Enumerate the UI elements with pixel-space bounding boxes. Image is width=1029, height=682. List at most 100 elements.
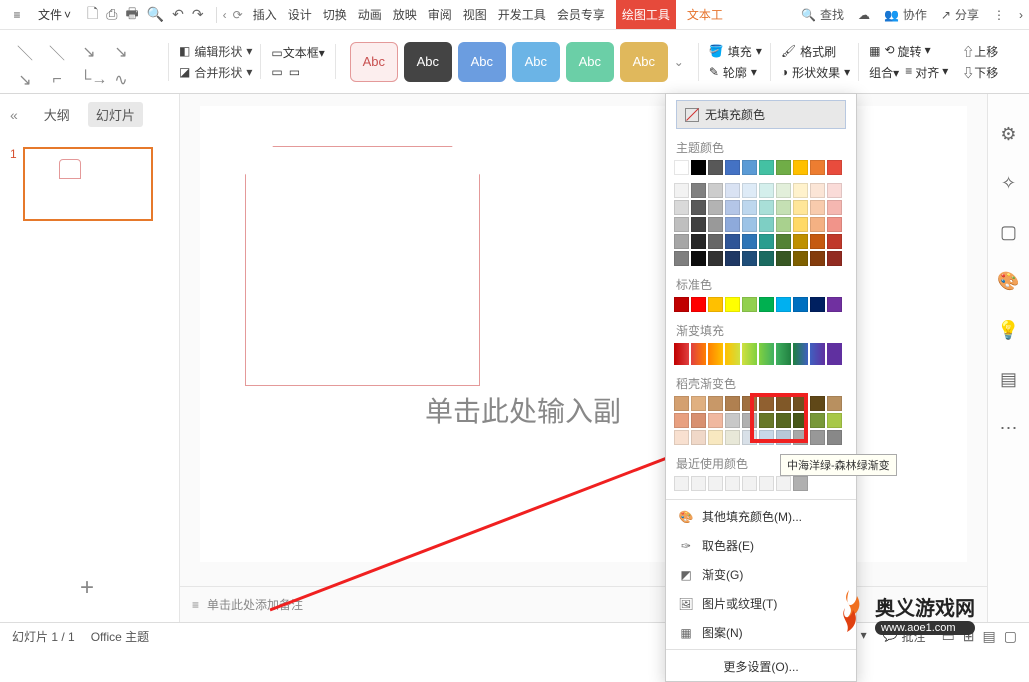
color-swatch[interactable] bbox=[691, 396, 706, 411]
tab-transition[interactable]: 切换 bbox=[323, 0, 347, 29]
color-swatch[interactable] bbox=[827, 251, 842, 266]
color-swatch[interactable] bbox=[827, 297, 842, 312]
color-swatch[interactable] bbox=[793, 413, 808, 428]
color-swatch[interactable] bbox=[827, 200, 842, 215]
color-swatch[interactable] bbox=[725, 251, 740, 266]
color-swatch[interactable] bbox=[725, 297, 740, 312]
color-swatch[interactable] bbox=[759, 234, 774, 249]
color-swatch[interactable] bbox=[725, 183, 740, 198]
new-file-icon[interactable]: 🗋 bbox=[87, 3, 98, 27]
more-settings-item[interactable]: 更多设置(O)... bbox=[666, 652, 856, 681]
selected-shape[interactable] bbox=[245, 146, 480, 386]
outline-button[interactable]: ✎轮廓▾ bbox=[709, 64, 762, 81]
color-swatch[interactable] bbox=[742, 251, 757, 266]
color-swatch[interactable] bbox=[776, 160, 791, 175]
notes-placeholder[interactable]: 单击此处添加备注 bbox=[207, 596, 303, 613]
color-swatch[interactable] bbox=[810, 234, 825, 249]
hamburger-icon[interactable]: ≡ bbox=[6, 4, 28, 26]
color-swatch[interactable] bbox=[708, 234, 723, 249]
color-swatch[interactable] bbox=[674, 200, 689, 215]
color-swatch[interactable] bbox=[827, 160, 842, 175]
curve-icon[interactable]: ∿ bbox=[112, 70, 130, 90]
color-swatch[interactable] bbox=[810, 183, 825, 198]
color-swatch[interactable] bbox=[776, 396, 791, 411]
color-swatch[interactable] bbox=[827, 217, 842, 232]
style-preset-4[interactable]: Abc bbox=[512, 42, 560, 82]
caret-right-icon[interactable]: › bbox=[1019, 8, 1023, 22]
color-swatch[interactable] bbox=[827, 234, 842, 249]
color-swatch[interactable] bbox=[793, 217, 808, 232]
gradient-swatch[interactable] bbox=[725, 343, 740, 365]
slides-icon[interactable]: ▤ bbox=[1000, 369, 1017, 390]
color-swatch[interactable] bbox=[810, 251, 825, 266]
tab-drawing-tools[interactable]: 绘图工具 bbox=[616, 0, 676, 29]
color-swatch[interactable] bbox=[708, 160, 723, 175]
color-swatch[interactable] bbox=[827, 396, 842, 411]
color-swatch[interactable] bbox=[759, 217, 774, 232]
add-slide-button[interactable]: + bbox=[80, 574, 94, 602]
color-swatch[interactable] bbox=[742, 413, 757, 428]
color-swatch[interactable] bbox=[810, 297, 825, 312]
color-swatch[interactable] bbox=[725, 217, 740, 232]
textbox-small-icon[interactable]: ▭ bbox=[289, 65, 300, 79]
color-swatch[interactable] bbox=[759, 396, 774, 411]
color-swatch[interactable] bbox=[708, 200, 723, 215]
arrow-line-icon[interactable]: ↘ bbox=[112, 42, 130, 62]
eyedropper-item[interactable]: ✑取色器(E) bbox=[666, 531, 856, 560]
more-icon[interactable]: ⋮ bbox=[993, 8, 1005, 22]
color-swatch[interactable] bbox=[691, 251, 706, 266]
gradient-swatch[interactable] bbox=[674, 343, 689, 365]
tab-slides[interactable]: 幻灯片 bbox=[88, 102, 143, 127]
arrow-line-icon[interactable]: ↘ bbox=[80, 42, 98, 62]
more-tools-icon[interactable]: ⋯ bbox=[1000, 418, 1018, 439]
color-swatch[interactable] bbox=[708, 476, 723, 491]
color-swatch[interactable] bbox=[708, 396, 723, 411]
color-swatch[interactable] bbox=[810, 430, 825, 445]
style-preset-6[interactable]: Abc bbox=[620, 42, 668, 82]
color-swatch[interactable] bbox=[742, 396, 757, 411]
move-down-button[interactable]: ⇩下移 bbox=[962, 64, 998, 81]
color-swatch[interactable] bbox=[742, 183, 757, 198]
preview-icon[interactable]: 🔍 bbox=[147, 6, 164, 23]
group-button[interactable]: 组合▾ bbox=[869, 64, 899, 81]
color-swatch[interactable] bbox=[674, 217, 689, 232]
color-swatch[interactable] bbox=[725, 396, 740, 411]
search-button[interactable]: 🔍 查找 bbox=[801, 6, 844, 23]
file-menu-button[interactable]: 文件 ˅ bbox=[34, 4, 75, 25]
more-fill-colors-item[interactable]: 🎨其他填充颜色(M)... bbox=[666, 502, 856, 531]
color-swatch[interactable] bbox=[793, 396, 808, 411]
rotate-button[interactable]: ⟲旋转▾ bbox=[884, 43, 930, 60]
gradient-swatch[interactable] bbox=[776, 343, 791, 365]
color-swatch[interactable] bbox=[674, 476, 689, 491]
color-swatch[interactable] bbox=[776, 297, 791, 312]
color-swatch[interactable] bbox=[708, 297, 723, 312]
color-swatch[interactable] bbox=[793, 297, 808, 312]
color-swatch[interactable] bbox=[759, 297, 774, 312]
color-swatch[interactable] bbox=[810, 200, 825, 215]
color-swatch[interactable] bbox=[725, 430, 740, 445]
tab-review[interactable]: 审阅 bbox=[428, 0, 452, 29]
tab-view[interactable]: 视图 bbox=[463, 0, 487, 29]
color-swatch[interactable] bbox=[810, 396, 825, 411]
color-swatch[interactable] bbox=[827, 413, 842, 428]
color-swatch[interactable] bbox=[708, 251, 723, 266]
merge-shape-button[interactable]: ◪合并形状▾ bbox=[179, 64, 252, 81]
tab-animation[interactable]: 动画 bbox=[358, 0, 382, 29]
slide-thumbnail[interactable] bbox=[23, 147, 153, 221]
color-swatch[interactable] bbox=[742, 200, 757, 215]
gradient-swatch[interactable] bbox=[793, 343, 808, 365]
color-swatch[interactable] bbox=[674, 297, 689, 312]
tab-design[interactable]: 设计 bbox=[288, 0, 312, 29]
color-swatch[interactable] bbox=[674, 413, 689, 428]
palette-icon[interactable]: 🎨 bbox=[997, 271, 1019, 292]
color-swatch[interactable] bbox=[827, 430, 842, 445]
color-swatch[interactable] bbox=[793, 476, 808, 491]
color-swatch[interactable] bbox=[725, 476, 740, 491]
tab-slideshow[interactable]: 放映 bbox=[393, 0, 417, 29]
color-swatch[interactable] bbox=[759, 251, 774, 266]
gradient-swatch[interactable] bbox=[827, 343, 842, 365]
color-swatch[interactable] bbox=[776, 234, 791, 249]
cloud-icon[interactable]: ☁ bbox=[858, 8, 870, 22]
color-swatch[interactable] bbox=[691, 183, 706, 198]
color-swatch[interactable] bbox=[759, 183, 774, 198]
